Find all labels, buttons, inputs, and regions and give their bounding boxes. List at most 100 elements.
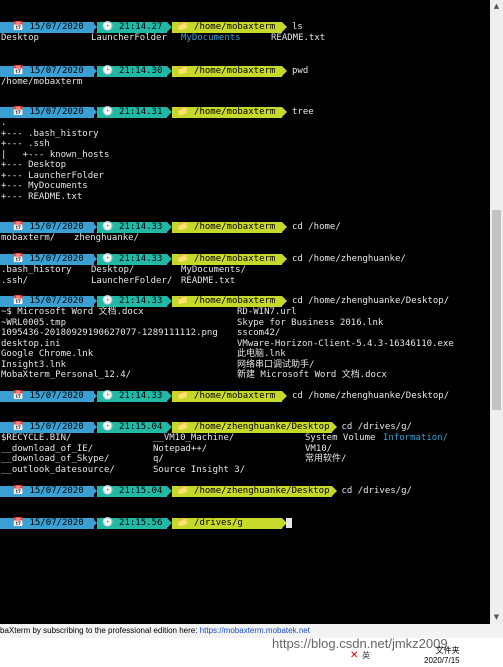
prompt-date: 📅 15/07/2020: [0, 422, 94, 433]
prompt-separator-icon: [282, 222, 287, 232]
output-line: Notepad++/: [153, 443, 208, 454]
prompt-path: 📁 /home/mobaxterm: [172, 222, 282, 233]
prompt-path: 📁 /home/mobaxterm: [172, 107, 282, 118]
output-line: Source Insight 3/: [153, 464, 246, 475]
scroll-up-icon[interactable]: ▲: [490, 0, 503, 13]
prompt-separator-icon: [282, 66, 287, 76]
output-line: | +--- known_hosts: [1, 149, 110, 160]
output-line: +--- .bash_history: [1, 128, 99, 139]
output-line: 常用软件/: [305, 454, 347, 464]
prompt-date: 📅 15/07/2020: [0, 22, 94, 33]
prompt-separator-icon: [282, 22, 287, 32]
output-line: .ssh/: [1, 275, 29, 286]
prompt-separator-icon: [331, 422, 337, 432]
prompt-date: 📅 15/07/2020: [0, 296, 94, 307]
status-text: baXterm by subscribing to the profession…: [0, 626, 200, 635]
output-line: MyDocuments/: [181, 265, 247, 275]
output-line: 新建 Microsoft Word 文档.docx: [237, 370, 387, 380]
prompt-line: 📅 15/07/2020 🕒 21:14.27 📁 /home/mobaxter…: [0, 22, 490, 33]
output-line: __outlook_datesource/: [1, 464, 115, 475]
prompt-date: 📅 15/07/2020: [0, 107, 94, 118]
terminal-window[interactable]: 📅 15/07/2020 🕒 21:14.27 📁 /home/mobaxter…: [0, 0, 491, 624]
text-cursor[interactable]: [286, 518, 292, 528]
output-line: +--- MyDocuments: [1, 181, 88, 191]
output-line: 网络串口调试助手/: [237, 359, 315, 370]
prompt-line: 📅 15/07/2020 🕒 21:15.56 📁 /drives/g: [0, 518, 490, 529]
prompt-command[interactable]: cd /home/zhenghuanke/: [292, 254, 406, 265]
prompt-date: 📅 15/07/2020: [0, 222, 94, 233]
prompt-separator-icon: [282, 254, 287, 264]
output-line: ~WRL0005.tmp: [1, 317, 67, 328]
prompt-line: 📅 15/07/2020 🕒 21:14.30 📁 /home/mobaxter…: [0, 66, 490, 77]
output-line: +--- README.txt: [1, 191, 83, 202]
prompt-path: 📁 /home/mobaxterm: [172, 296, 282, 307]
output-line: zhenghuanke/: [74, 233, 140, 243]
prompt-line: 📅 15/07/2020 🕒 21:15.04 📁 /home/zhenghua…: [0, 422, 490, 433]
output-line: Google Chrome.lnk: [1, 349, 94, 359]
output-line: +--- LauncherFolder: [1, 170, 104, 181]
prompt-date: 📅 15/07/2020: [0, 486, 94, 497]
prompt-time: 🕒 21:14.27: [97, 22, 167, 33]
prompt-command[interactable]: tree: [292, 107, 314, 118]
output-line: 此电脑.lnk: [237, 349, 286, 359]
prompt-command[interactable]: cd /home/zhenghuanke/Desktop/: [292, 391, 449, 402]
output-line: desktop.ini: [1, 338, 61, 349]
close-icon[interactable]: ✕: [350, 650, 358, 661]
prompt-time: 🕒 21:14.30: [97, 66, 167, 77]
prompt-path: 📁 /home/zhenghuanke/Desktop: [172, 486, 332, 497]
output-line: +--- .ssh: [1, 139, 50, 149]
prompt-date: 📅 15/07/2020: [0, 391, 94, 402]
prompt-line: 📅 15/07/2020 🕒 21:14.33 📁 /home/mobaxter…: [0, 254, 490, 265]
prompt-separator-icon: [331, 486, 337, 496]
prompt-separator-icon: [282, 296, 287, 306]
prompt-path: 📁 /home/mobaxterm: [172, 66, 282, 77]
scroll-down-icon[interactable]: ▼: [490, 611, 503, 624]
prompt-path: 📁 /drives/g: [172, 518, 282, 529]
prompt-command[interactable]: ls: [292, 22, 303, 33]
prompt-time: 🕒 21:14.33: [97, 222, 167, 233]
prompt-line: 📅 15/07/2020 🕒 21:14.33 📁 /home/mobaxter…: [0, 391, 490, 402]
prompt-date: 📅 15/07/2020: [0, 518, 94, 529]
output-line: LauncherFolder: [91, 33, 167, 43]
output-line: ~$ Microsoft Word 文档.docx: [1, 307, 144, 317]
output-line: Desktop/: [91, 265, 135, 275]
output-line: __download_of_Skype/: [1, 454, 110, 464]
prompt-time: 🕒 21:14.33: [97, 391, 167, 402]
prompt-command[interactable]: pwd: [292, 66, 308, 77]
output-line: .: [1, 118, 7, 128]
prompt-command[interactable]: cd /drives/g/: [342, 422, 412, 433]
scrollbar-thumb[interactable]: [492, 210, 501, 410]
output-line: RD-WIN7.url: [237, 307, 297, 317]
prompt-separator-icon: [282, 107, 287, 117]
output-line: Skype for Business 2016.lnk: [237, 317, 384, 328]
prompt-path: 📁 /home/zhenghuanke/Desktop: [172, 422, 332, 433]
output-line: .bash_history: [1, 265, 72, 275]
prompt-time: 🕒 21:14.33: [97, 296, 167, 307]
output-line: sscom42/: [237, 328, 281, 338]
output-line: /home/mobaxterm: [1, 77, 83, 87]
prompt-path: 📁 /home/mobaxterm: [172, 391, 282, 402]
prompt-date: 📅 15/07/2020: [0, 254, 94, 265]
output-line: README.txt: [271, 33, 326, 43]
output-line: README.txt: [181, 275, 236, 286]
clock-time: 文件夹: [435, 646, 460, 655]
tray-language[interactable]: 英: [362, 650, 370, 661]
output-line: Insight3.lnk: [1, 359, 67, 370]
taskbar-clock[interactable]: 文件夹 2020/7/15: [424, 646, 460, 666]
clock-date: 2020/7/15: [424, 656, 460, 665]
prompt-command[interactable]: cd /home/zhenghuanke/Desktop/: [292, 296, 449, 307]
output-line: __VM10_Machine/: [153, 433, 235, 443]
output-line: MobaXterm_Personal_12.4/: [1, 370, 132, 380]
prompt-path: 📁 /home/mobaxterm: [172, 254, 282, 265]
prompt-command[interactable]: cd /drives/g/: [342, 486, 412, 497]
prompt-path: 📁 /home/mobaxterm: [172, 22, 282, 33]
vertical-scrollbar[interactable]: ▲ ▼: [490, 0, 503, 624]
prompt-line: 📅 15/07/2020 🕒 21:15.04 📁 /home/zhenghua…: [0, 486, 490, 497]
prompt-command[interactable]: cd /home/: [292, 222, 341, 233]
prompt-line: 📅 15/07/2020 🕒 21:14.31 📁 /home/mobaxter…: [0, 107, 490, 118]
output-line: +--- Desktop: [1, 160, 67, 170]
prompt-time: 🕒 21:14.33: [97, 254, 167, 265]
status-link[interactable]: https://mobaxterm.mobatek.net: [200, 626, 310, 635]
output-line: System Volume: [305, 433, 376, 443]
output-line: MyDocuments: [181, 33, 241, 43]
